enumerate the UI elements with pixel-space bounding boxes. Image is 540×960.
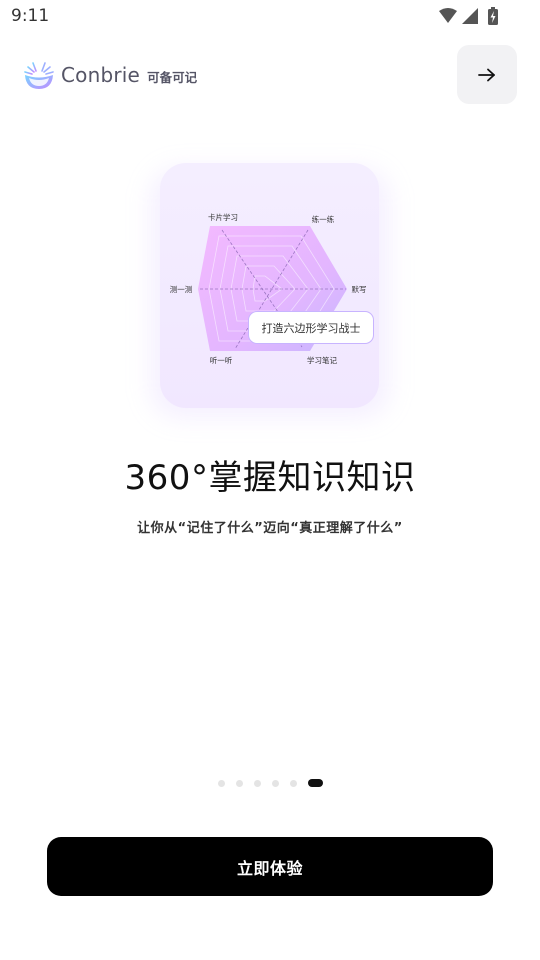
- page-dot-active: [308, 779, 323, 787]
- try-now-button[interactable]: 立即体验: [47, 837, 493, 896]
- onboarding-screen: 9:11 Conbrie 可备可记 卡片学习 练一练 测一测 默写 听一听 学习…: [0, 0, 540, 960]
- label-test: 测一测: [170, 285, 193, 294]
- label-study-notes: 学习笔记: [307, 355, 337, 365]
- brand-name-cn: 可备可记: [147, 70, 198, 85]
- page-dot: [254, 780, 261, 787]
- status-time: 9:11: [11, 6, 50, 26]
- page-subtitle: 让你从“记住了什么”迈向“真正理解了什么”: [137, 521, 403, 536]
- sunrise-logo-icon: [24, 60, 54, 89]
- wifi-icon: [439, 8, 457, 23]
- label-practice: 练一练: [312, 214, 335, 224]
- hexagon-illustration-card: 卡片学习 练一练 测一测 默写 听一听 学习笔记: [160, 163, 379, 408]
- hexagon-warrior-chip: 打造六边形学习战士: [248, 311, 374, 344]
- brand-logo: Conbrie 可备可记: [22, 58, 197, 92]
- signal-icon: [462, 8, 478, 24]
- brand-name-en: Conbrie: [61, 63, 141, 87]
- label-listen: 听一听: [210, 356, 233, 365]
- status-icons: [439, 7, 498, 25]
- battery-charging-icon: [488, 7, 498, 25]
- label-card-study: 卡片学习: [208, 212, 238, 222]
- page-title: 360°掌握知识知识: [124, 458, 416, 498]
- page-dot: [272, 780, 279, 787]
- arrow-right-icon: [478, 68, 495, 81]
- page-dot: [290, 780, 297, 787]
- page-indicator: [0, 778, 540, 788]
- label-dictation: 默写: [352, 284, 367, 294]
- page-dot: [236, 780, 243, 787]
- status-bar: 9:11: [0, 0, 540, 34]
- page-dot: [218, 780, 225, 787]
- next-button[interactable]: [457, 45, 517, 104]
- hexagon-radar: 卡片学习 练一练 测一测 默写 听一听 学习笔记: [170, 212, 367, 365]
